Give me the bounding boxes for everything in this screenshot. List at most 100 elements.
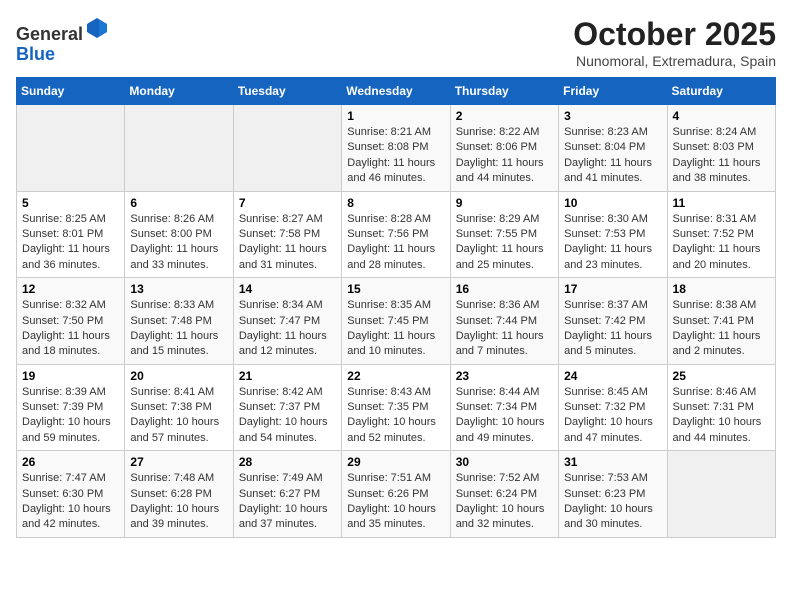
calendar-cell: 22 Sunrise: 8:43 AM Sunset: 7:35 PM Dayli… (342, 364, 450, 451)
calendar-cell: 26 Sunrise: 7:47 AM Sunset: 6:30 PM Dayli… (17, 451, 125, 538)
calendar-cell: 19 Sunrise: 8:39 AM Sunset: 7:39 PM Dayli… (17, 364, 125, 451)
calendar-cell (233, 105, 341, 192)
calendar-cell: 6 Sunrise: 8:26 AM Sunset: 8:00 PM Daylig… (125, 191, 233, 278)
day-info: Sunrise: 8:30 AM Sunset: 7:53 PM Dayligh… (564, 212, 661, 274)
calendar-cell: 24 Sunrise: 8:45 AM Sunset: 7:32 PM Dayli… (559, 364, 667, 451)
day-info: Sunrise: 8:34 AM Sunset: 7:47 PM Dayligh… (239, 298, 336, 360)
calendar-cell (125, 105, 233, 192)
day-info: Sunrise: 8:22 AM Sunset: 8:06 PM Dayligh… (456, 125, 553, 187)
day-number: 24 (564, 369, 661, 383)
day-number: 17 (564, 282, 661, 296)
day-info: Sunrise: 8:32 AM Sunset: 7:50 PM Dayligh… (22, 298, 119, 360)
calendar-cell: 4 Sunrise: 8:24 AM Sunset: 8:03 PM Daylig… (667, 105, 775, 192)
day-header-thursday: Thursday (450, 78, 558, 105)
calendar-cell (667, 451, 775, 538)
week-row-2: 5 Sunrise: 8:25 AM Sunset: 8:01 PM Daylig… (17, 191, 776, 278)
calendar-cell: 27Sunrise: 7:48 AM Sunset: 6:28 PM Dayli… (125, 451, 233, 538)
week-row-4: 19 Sunrise: 8:39 AM Sunset: 7:39 PM Dayli… (17, 364, 776, 451)
day-info: Sunrise: 8:41 AM Sunset: 7:38 PM Dayligh… (130, 385, 227, 447)
calendar-cell: 8Sunrise: 8:28 AM Sunset: 7:56 PM Daylig… (342, 191, 450, 278)
day-info: Sunrise: 8:29 AM Sunset: 7:55 PM Dayligh… (456, 212, 553, 274)
day-info: Sunrise: 8:45 AM Sunset: 7:32 PM Dayligh… (564, 385, 661, 447)
day-number: 8 (347, 196, 444, 210)
day-info: Sunrise: 8:24 AM Sunset: 8:03 PM Dayligh… (673, 125, 770, 187)
calendar-cell: 13Sunrise: 8:33 AM Sunset: 7:48 PM Dayli… (125, 278, 233, 365)
day-info: Sunrise: 7:49 AM Sunset: 6:27 PM Dayligh… (239, 471, 336, 533)
calendar-cell: 12Sunrise: 8:32 AM Sunset: 7:50 PM Dayli… (17, 278, 125, 365)
day-info: Sunrise: 8:31 AM Sunset: 7:52 PM Dayligh… (673, 212, 770, 274)
calendar-cell: 17 Sunrise: 8:37 AM Sunset: 7:42 PM Dayli… (559, 278, 667, 365)
day-number: 9 (456, 196, 553, 210)
calendar-cell: 9 Sunrise: 8:29 AM Sunset: 7:55 PM Daylig… (450, 191, 558, 278)
day-number: 25 (673, 369, 770, 383)
day-info: Sunrise: 8:46 AM Sunset: 7:31 PM Dayligh… (673, 385, 770, 447)
day-info: Sunrise: 8:35 AM Sunset: 7:45 PM Dayligh… (347, 298, 444, 360)
calendar-cell: 7 Sunrise: 8:27 AM Sunset: 7:58 PM Daylig… (233, 191, 341, 278)
day-number: 5 (22, 196, 119, 210)
day-info: Sunrise: 8:37 AM Sunset: 7:42 PM Dayligh… (564, 298, 661, 360)
day-number: 20 (130, 369, 227, 383)
day-number: 29 (347, 455, 444, 469)
day-info: Sunrise: 8:36 AM Sunset: 7:44 PM Dayligh… (456, 298, 553, 360)
calendar-cell (17, 105, 125, 192)
month-title: October 2025 (573, 16, 776, 53)
day-header-friday: Friday (559, 78, 667, 105)
week-row-1: 1 Sunrise: 8:21 AM Sunset: 8:08 PM Daylig… (17, 105, 776, 192)
day-info: Sunrise: 8:44 AM Sunset: 7:34 PM Dayligh… (456, 385, 553, 447)
calendar-cell: 2 Sunrise: 8:22 AM Sunset: 8:06 PM Daylig… (450, 105, 558, 192)
day-info: Sunrise: 8:27 AM Sunset: 7:58 PM Dayligh… (239, 212, 336, 274)
day-number: 22 (347, 369, 444, 383)
day-number: 18 (673, 282, 770, 296)
day-header-wednesday: Wednesday (342, 78, 450, 105)
day-number: 19 (22, 369, 119, 383)
calendar-cell: 11 Sunrise: 8:31 AM Sunset: 7:52 PM Dayli… (667, 191, 775, 278)
day-header-monday: Monday (125, 78, 233, 105)
day-number: 10 (564, 196, 661, 210)
day-info: Sunrise: 7:52 AM Sunset: 6:24 PM Dayligh… (456, 471, 553, 533)
day-number: 6 (130, 196, 227, 210)
page-header: General Blue October 2025 Nunomoral, Ext… (16, 16, 776, 69)
logo: General Blue (16, 16, 109, 65)
calendar-cell: 23 Sunrise: 8:44 AM Sunset: 7:34 PM Dayli… (450, 364, 558, 451)
day-number: 26 (22, 455, 119, 469)
day-info: Sunrise: 8:42 AM Sunset: 7:37 PM Dayligh… (239, 385, 336, 447)
day-number: 23 (456, 369, 553, 383)
calendar-cell: 16 Sunrise: 8:36 AM Sunset: 7:44 PM Dayli… (450, 278, 558, 365)
day-header-saturday: Saturday (667, 78, 775, 105)
week-row-5: 26 Sunrise: 7:47 AM Sunset: 6:30 PM Dayli… (17, 451, 776, 538)
day-number: 2 (456, 109, 553, 123)
logo-general-text: General (16, 24, 83, 44)
calendar-cell: 18Sunrise: 8:38 AM Sunset: 7:41 PM Dayli… (667, 278, 775, 365)
day-info: Sunrise: 8:39 AM Sunset: 7:39 PM Dayligh… (22, 385, 119, 447)
day-info: Sunrise: 8:23 AM Sunset: 8:04 PM Dayligh… (564, 125, 661, 187)
calendar-cell: 28Sunrise: 7:49 AM Sunset: 6:27 PM Dayli… (233, 451, 341, 538)
calendar-cell: 14 Sunrise: 8:34 AM Sunset: 7:47 PM Dayli… (233, 278, 341, 365)
day-number: 16 (456, 282, 553, 296)
day-number: 1 (347, 109, 444, 123)
day-info: Sunrise: 7:47 AM Sunset: 6:30 PM Dayligh… (22, 471, 119, 533)
logo-blue-text: Blue (16, 44, 55, 64)
day-info: Sunrise: 8:43 AM Sunset: 7:35 PM Dayligh… (347, 385, 444, 447)
day-info: Sunrise: 7:51 AM Sunset: 6:26 PM Dayligh… (347, 471, 444, 533)
calendar-cell: 3Sunrise: 8:23 AM Sunset: 8:04 PM Daylig… (559, 105, 667, 192)
calendar-cell: 10 Sunrise: 8:30 AM Sunset: 7:53 PM Dayli… (559, 191, 667, 278)
location: Nunomoral, Extremadura, Spain (573, 53, 776, 69)
calendar-cell: 30Sunrise: 7:52 AM Sunset: 6:24 PM Dayli… (450, 451, 558, 538)
day-number: 27 (130, 455, 227, 469)
day-number: 4 (673, 109, 770, 123)
calendar-cell: 29 Sunrise: 7:51 AM Sunset: 6:26 PM Dayli… (342, 451, 450, 538)
day-number: 21 (239, 369, 336, 383)
calendar-cell: 1 Sunrise: 8:21 AM Sunset: 8:08 PM Daylig… (342, 105, 450, 192)
days-header-row: SundayMondayTuesdayWednesdayThursdayFrid… (17, 78, 776, 105)
day-number: 7 (239, 196, 336, 210)
day-info: Sunrise: 8:21 AM Sunset: 8:08 PM Dayligh… (347, 125, 444, 187)
calendar-cell: 21 Sunrise: 8:42 AM Sunset: 7:37 PM Dayli… (233, 364, 341, 451)
day-info: Sunrise: 8:26 AM Sunset: 8:00 PM Dayligh… (130, 212, 227, 274)
calendar-cell: 31Sunrise: 7:53 AM Sunset: 6:23 PM Dayli… (559, 451, 667, 538)
day-number: 11 (673, 196, 770, 210)
title-block: October 2025 Nunomoral, Extremadura, Spa… (573, 16, 776, 69)
day-info: Sunrise: 8:25 AM Sunset: 8:01 PM Dayligh… (22, 212, 119, 274)
day-number: 15 (347, 282, 444, 296)
day-number: 14 (239, 282, 336, 296)
calendar-cell: 20 Sunrise: 8:41 AM Sunset: 7:38 PM Dayli… (125, 364, 233, 451)
